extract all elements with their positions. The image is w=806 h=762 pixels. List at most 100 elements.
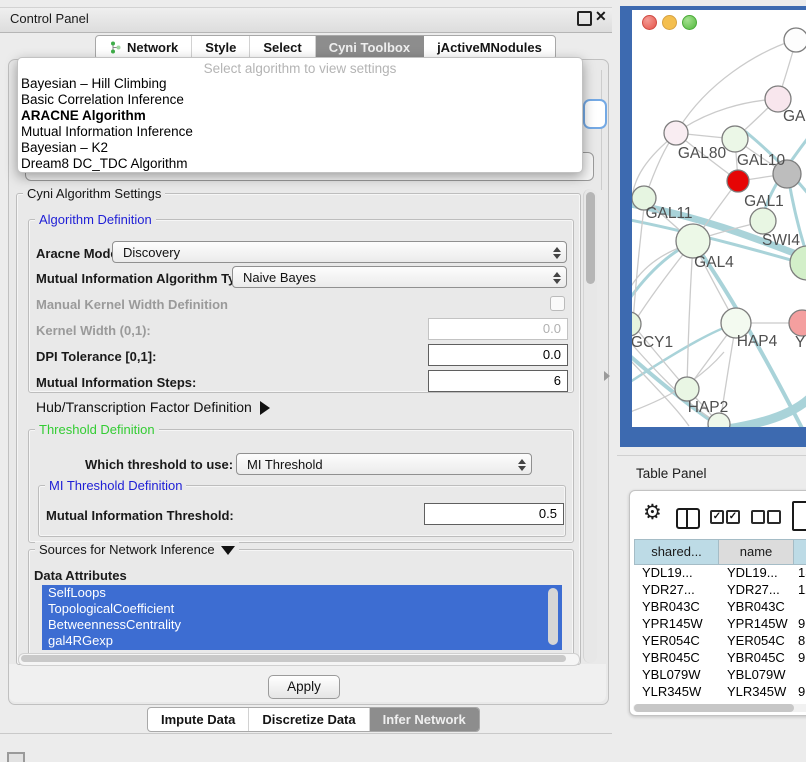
tab-network[interactable]: Network <box>96 36 192 59</box>
corner-widget[interactable] <box>7 752 25 762</box>
attribute-item[interactable]: SelfLoops <box>42 585 562 601</box>
aracne-mode-label: Aracne Mode: <box>36 246 122 261</box>
table-row[interactable]: YBL079WYBL079W <box>634 667 806 684</box>
aracne-mode-select[interactable]: Discovery <box>112 241 567 263</box>
column-header-shared[interactable]: shared... <box>634 539 719 565</box>
algorithm-definition-title: Algorithm Definition <box>35 212 156 227</box>
algorithm-dropdown: Select algorithm to view settings Bayesi… <box>17 57 583 173</box>
algorithm-combo-focus-fragment[interactable] <box>583 99 607 129</box>
network-node-label: GAL11 <box>645 205 692 222</box>
table-row[interactable]: YBR045CYBR045C9. <box>634 650 806 667</box>
table-row[interactable]: YER054CYER054C8. <box>634 633 806 650</box>
kernel-width-label: Kernel Width (0,1): <box>36 323 151 338</box>
table-cell: YPR145W <box>634 616 719 633</box>
table-cell: 9. <box>795 650 806 667</box>
dpi-tolerance-field[interactable]: 0.0 <box>428 344 568 366</box>
table-cell: YBL079W <box>719 667 795 684</box>
threshold-title: Threshold Definition <box>35 422 159 437</box>
stepper-arrows-icon <box>551 270 563 286</box>
control-panel-titlebar <box>0 7 612 33</box>
data-attributes-list: SelfLoopsTopologicalCoefficientBetweenne… <box>42 585 562 650</box>
network-node-swi4[interactable] <box>750 208 776 234</box>
algorithm-option[interactable]: Basic Correlation Inference <box>18 92 582 108</box>
algorithm-option[interactable]: Bayesian – K2 <box>18 140 582 156</box>
expand-right-icon <box>260 401 270 415</box>
network-node[interactable] <box>784 28 806 52</box>
network-node-gal1[interactable] <box>727 170 749 192</box>
mi-threshold-field[interactable]: 0.5 <box>424 503 564 525</box>
network-node-label: HAP2 <box>688 399 729 416</box>
network-node-gal4[interactable] <box>676 224 710 258</box>
mi-type-select[interactable]: Naive Bayes <box>232 266 567 288</box>
tab-label: Network <box>127 36 178 59</box>
unchecked-checkbox-icon[interactable] <box>767 510 781 524</box>
table-row[interactable]: YBR043CYBR043C <box>634 599 806 616</box>
table-cell: YBL079W <box>634 667 719 684</box>
table-cell: YDR27... <box>719 582 795 599</box>
data-attributes-label: Data Attributes <box>34 568 127 583</box>
algorithm-option[interactable]: ARACNE Algorithm <box>18 108 582 124</box>
float-window-icon[interactable] <box>577 11 592 26</box>
tab-style[interactable]: Style <box>192 36 250 59</box>
mi-steps-label: Mutual Information Steps: <box>36 375 196 390</box>
which-threshold-select[interactable]: MI Threshold <box>236 453 532 475</box>
table-cell: YDL19... <box>719 565 795 582</box>
network-node-label: SWI4 <box>762 232 800 249</box>
table-cell: 9. <box>795 616 806 633</box>
network-node-y[interactable] <box>789 310 806 336</box>
table-horizontal-scrollbar[interactable] <box>633 704 806 712</box>
algorithm-option[interactable]: Dream8 DC_TDC Algorithm <box>18 156 582 172</box>
tab-jactivemnodules[interactable]: jActiveMNodules <box>424 36 555 59</box>
network-node-hap2[interactable] <box>675 377 699 401</box>
network-node-label: GAL <box>783 108 806 125</box>
unchecked-checkbox-icon[interactable] <box>751 510 765 524</box>
table-row[interactable]: YDL19...YDL19...13 <box>634 565 806 582</box>
attribute-item[interactable]: gal4RGexp <box>42 633 562 649</box>
checked-checkbox-icon[interactable]: ✓ <box>710 510 724 524</box>
tab-cyni-toolbox[interactable]: Cyni Toolbox <box>316 36 424 59</box>
tab-select[interactable]: Select <box>250 36 315 59</box>
hub-definition-expander[interactable]: Hub/Transcription Factor Definition <box>36 399 270 415</box>
network-node-label: GCY1 <box>632 334 673 351</box>
which-threshold-label: Which threshold to use: <box>85 457 233 472</box>
tab-impute-data[interactable]: Impute Data <box>148 708 249 731</box>
kernel-width-field[interactable]: 0.0 <box>428 318 568 340</box>
table-panel-title: Table Panel <box>636 466 707 481</box>
tab-discretize-data[interactable]: Discretize Data <box>249 708 369 731</box>
network-canvas[interactable]: GALGAL80GAL10GAL1SWI4GAL11GAL4GCY1HAP4YH… <box>632 10 806 427</box>
table-row[interactable]: YDR27...YDR27...12 <box>634 582 806 599</box>
settings-vertical-scrollbar[interactable] <box>583 189 597 663</box>
settings-horizontal-scrollbar[interactable] <box>18 653 580 666</box>
table-cell: YDL19... <box>634 565 719 582</box>
tab-label: Infer Network <box>383 708 466 731</box>
column-header-name[interactable]: name <box>718 539 794 565</box>
network-node-label: GAL4 <box>694 254 734 271</box>
attribute-item[interactable]: TopologicalCoefficient <box>42 601 562 617</box>
table-cell <box>795 599 806 616</box>
tab-infer-network[interactable]: Infer Network <box>370 708 479 731</box>
splitpane-collapse-icon[interactable] <box>604 371 610 381</box>
sources-title: Sources for Network Inference <box>39 542 215 557</box>
table-columns-icon[interactable] <box>676 508 700 529</box>
sources-title-row[interactable]: Sources for Network Inference <box>35 542 239 557</box>
attributes-scrollbar[interactable] <box>548 588 558 645</box>
cyni-settings-title: Cyni Algorithm Settings <box>23 186 165 201</box>
table-cell: YLR345W <box>719 684 795 701</box>
manual-kernel-checkbox[interactable] <box>550 296 565 311</box>
algorithm-option[interactable]: Bayesian – Hill Climbing <box>18 76 582 92</box>
table-row[interactable]: YLR345WYLR345W9. <box>634 684 806 701</box>
column-header-clipped[interactable] <box>793 539 806 565</box>
page-icon[interactable] <box>792 501 806 531</box>
network-node-gal80[interactable] <box>664 121 688 145</box>
tab-label: jActiveMNodules <box>437 36 542 59</box>
apply-button[interactable]: Apply <box>268 675 340 699</box>
close-icon[interactable]: ✕ <box>595 8 607 25</box>
table-row[interactable]: YPR145WYPR145W9. <box>634 616 806 633</box>
mi-steps-field[interactable]: 6 <box>428 370 568 392</box>
checked-checkbox-icon[interactable]: ✓ <box>726 510 740 524</box>
table-header: shared... name <box>634 539 806 565</box>
which-threshold-value: MI Threshold <box>247 457 323 472</box>
algorithm-option[interactable]: Mutual Information Inference <box>18 124 582 140</box>
attribute-item[interactable]: BetweennessCentrality <box>42 617 562 633</box>
gear-icon[interactable]: ⚙ <box>643 499 662 527</box>
